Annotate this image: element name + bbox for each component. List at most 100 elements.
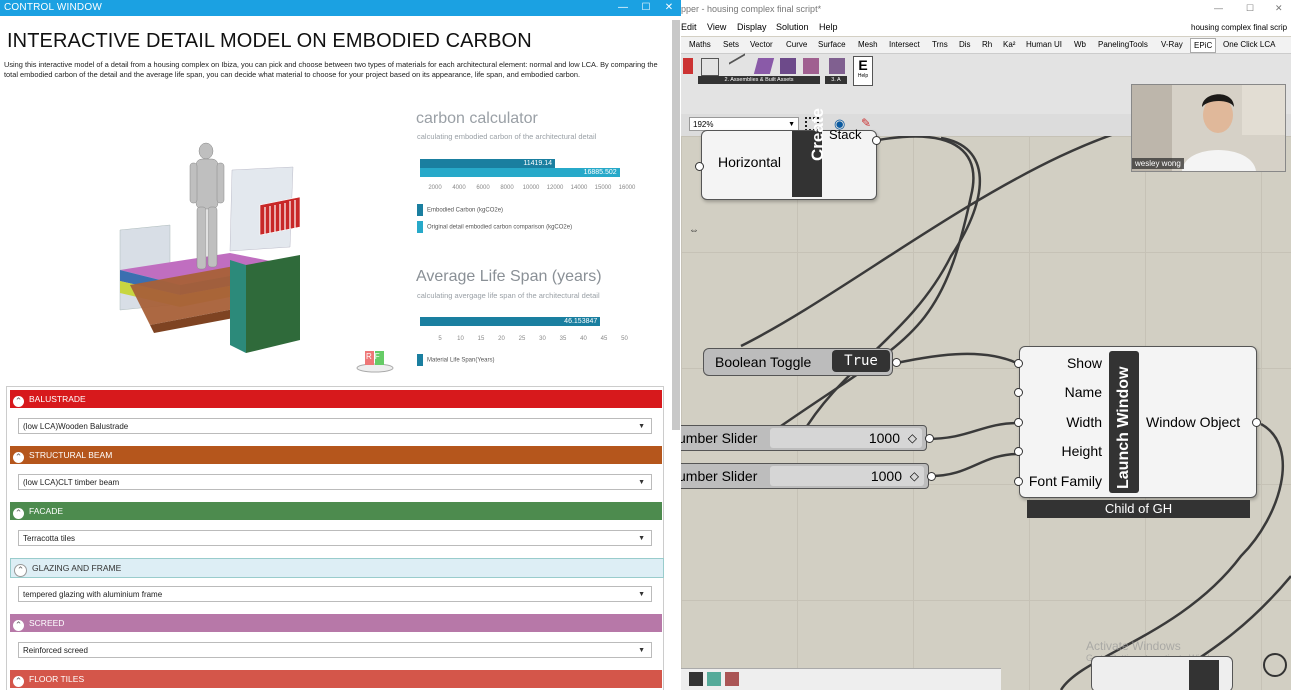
menu-solution[interactable]: Solution	[776, 18, 809, 36]
number-slider-width[interactable]: umber Slider 1000 ◇	[681, 425, 927, 451]
balustrade-select[interactable]: (low LCA)Wooden Balustrade ▼	[18, 418, 652, 434]
chevron-up-icon[interactable]: ⌃	[13, 508, 24, 519]
output-port[interactable]	[872, 136, 881, 145]
input-port[interactable]	[695, 162, 704, 171]
tab-panelingtools[interactable]: PanelingTools	[1098, 37, 1148, 53]
chevron-up-icon[interactable]: ⌃	[13, 452, 24, 463]
help-icon[interactable]: E Help	[853, 56, 873, 86]
bake-icon[interactable]: ✎	[861, 116, 871, 130]
maximize-icon[interactable]: ☐	[1246, 0, 1254, 16]
output-port[interactable]	[925, 434, 934, 443]
category-header-floor-tiles[interactable]: ⌃ FLOOR TILES	[10, 670, 662, 688]
create-output-stack: Stack	[829, 127, 862, 142]
status-icon[interactable]	[725, 672, 739, 686]
output-window-object: Window Object	[1146, 414, 1241, 430]
rf-logo-text: RF	[366, 352, 383, 361]
category-header-balustrade[interactable]: ⌃ BALUSTRADE	[10, 390, 662, 408]
slider-track[interactable]: 1000 ◇	[770, 428, 922, 448]
chevron-up-icon[interactable]: ⌃	[13, 620, 24, 631]
carbon-axis-ticks: 2000 4000 6000 8000 10000 12000 14000 15000 1600…	[420, 185, 640, 193]
dropdown-arrow-icon: ▼	[638, 591, 645, 598]
slider-label: umber Slider	[681, 468, 758, 484]
input-port-show[interactable]	[1014, 359, 1023, 368]
menu-bar: Edit View Display Solution Help housing …	[681, 18, 1291, 36]
tab-wb[interactable]: Wb	[1074, 37, 1086, 53]
tab-rh[interactable]: Rh	[982, 37, 992, 53]
minimize-icon[interactable]: —	[612, 0, 634, 16]
maximize-icon[interactable]: ☐	[635, 0, 657, 16]
lifespan-tick-label: 15	[477, 336, 485, 342]
menu-help[interactable]: Help	[819, 18, 838, 36]
chevron-up-icon[interactable]: ⌃	[13, 396, 24, 407]
detail-3d-model[interactable]	[110, 135, 410, 380]
menu-view[interactable]: View	[707, 18, 726, 36]
category-header-screed[interactable]: ⌃ SCREED	[10, 614, 662, 632]
input-port-width[interactable]	[1014, 418, 1023, 427]
tab-vray[interactable]: V-Ray	[1161, 37, 1183, 53]
scrollbar[interactable]	[672, 20, 680, 430]
output-port[interactable]	[892, 358, 901, 367]
tab-surface[interactable]: Surface	[818, 37, 846, 53]
tab-one-click-lca[interactable]: One Click LCA	[1223, 37, 1275, 53]
tab-mesh[interactable]: Mesh	[858, 37, 878, 53]
boolean-toggle-value[interactable]: True	[832, 350, 890, 372]
screed-select[interactable]: Reinforced screed ▼	[18, 642, 652, 658]
tab-dis[interactable]: Dis	[959, 37, 971, 53]
slider-grip-icon[interactable]: ◇	[910, 464, 919, 488]
tab-epic[interactable]: EPiC	[1190, 38, 1217, 53]
tab-sets[interactable]: Sets	[723, 37, 739, 53]
tab-curve[interactable]: Curve	[786, 37, 807, 53]
slider-grip-icon[interactable]: ◇	[908, 426, 917, 450]
tab-vector[interactable]: Vector	[750, 37, 773, 53]
document-name: housing complex final scrip	[1191, 23, 1288, 33]
tool-icon[interactable]	[780, 58, 796, 74]
status-icon[interactable]	[707, 672, 721, 686]
create-component[interactable]: Horizontal Create Stack	[701, 108, 877, 200]
structural-beam-select[interactable]: (low LCA)CLT timber beam ▼	[18, 474, 652, 490]
relay-icon[interactable]: ⇔	[689, 225, 699, 236]
output-port[interactable]	[927, 472, 936, 481]
lifespan-tick-label: 35	[559, 336, 567, 342]
slider-track[interactable]: 1000 ◇	[770, 466, 924, 486]
menu-display[interactable]: Display	[737, 18, 767, 36]
minimize-icon[interactable]: —	[1214, 0, 1223, 16]
chevron-up-icon[interactable]: ⌃	[14, 564, 27, 577]
boolean-toggle[interactable]: Boolean Toggle True	[703, 348, 893, 376]
tool-icon[interactable]	[683, 58, 693, 74]
category-header-glazing[interactable]: ⌃ GLAZING AND FRAME	[10, 558, 664, 578]
input-port-font-family[interactable]	[1014, 477, 1023, 486]
glazing-select[interactable]: tempered glazing with aluminium frame ▼	[18, 586, 652, 602]
status-icon[interactable]	[689, 672, 703, 686]
tab-ka[interactable]: Ka²	[1003, 37, 1015, 53]
lifespan-subtitle: calculating avergage life span of the ar…	[417, 291, 600, 300]
output-port-window[interactable]	[1252, 418, 1261, 427]
launch-window-component[interactable]: Show Name Width Height Font Family Launc…	[1019, 346, 1257, 498]
chevron-up-icon[interactable]: ⌃	[13, 676, 24, 687]
menu-edit[interactable]: Edit	[681, 18, 697, 36]
grasshopper-canvas[interactable]: Horizontal Create Stack ⇔ Boolean Toggle…	[681, 108, 1291, 690]
number-slider-height[interactable]: umber Slider 1000 ◇	[681, 463, 929, 489]
legend-original: Original detail embodied carbon comparis…	[417, 221, 572, 234]
close-icon[interactable]: ✕	[658, 0, 680, 16]
embodied-carbon-value: 11419.14	[523, 160, 553, 167]
tab-trns[interactable]: Trns	[932, 37, 948, 53]
control-window-title: CONTROL WINDOW	[4, 2, 102, 13]
tool-icon[interactable]	[803, 58, 819, 74]
legend-embodied: Embodied Carbon (kgCO2e)	[417, 204, 503, 217]
tab-human-ui[interactable]: Human UI	[1026, 37, 1062, 53]
rf-logo[interactable]: RF	[355, 348, 395, 374]
lifespan-value: 46.153847	[564, 318, 598, 325]
zoom-select[interactable]: 192% ▼	[689, 117, 799, 131]
close-icon[interactable]: ✕	[1275, 0, 1283, 16]
facade-select[interactable]: Terracotta tiles ▼	[18, 530, 652, 546]
input-port-name[interactable]	[1014, 388, 1023, 397]
lifespan-tick-label: 30	[539, 336, 546, 342]
tool-icon[interactable]	[753, 58, 775, 74]
tool-icon[interactable]	[829, 58, 845, 74]
tab-maths[interactable]: Maths	[689, 37, 711, 53]
category-header-structural-beam[interactable]: ⌃ STRUCTURAL BEAM	[10, 446, 662, 464]
category-header-facade[interactable]: ⌃ FACADE	[10, 502, 662, 520]
tab-intersect[interactable]: Intersect	[889, 37, 920, 53]
input-port-height[interactable]	[1014, 447, 1023, 456]
tool-icon[interactable]	[701, 58, 719, 76]
